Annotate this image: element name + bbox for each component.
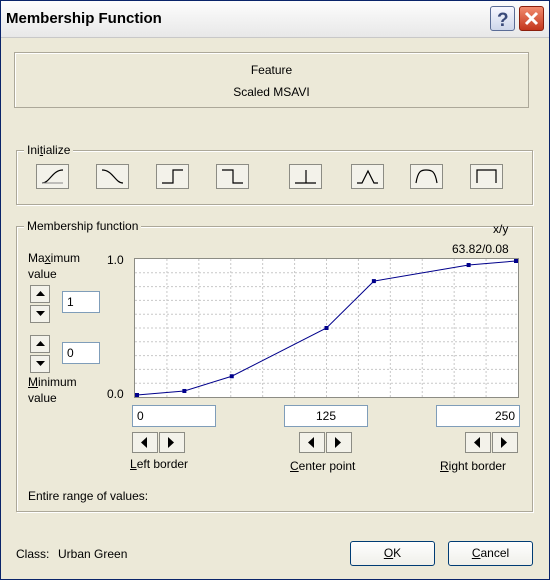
minimum-label: Minimum — [28, 375, 77, 389]
right-border-label: Right border — [440, 459, 507, 473]
y-axis-top-label: 1.0 — [107, 253, 124, 267]
maximum-label: Maximum — [28, 251, 81, 265]
step-down-icon — [222, 169, 243, 184]
curve-point-5[interactable] — [466, 263, 471, 268]
feature-panel: Feature Scaled MSAVI — [14, 52, 529, 108]
left-border-decrease-button[interactable] — [132, 432, 158, 453]
left-border-input[interactable]: 0 — [132, 405, 216, 427]
right-border-input[interactable]: 250 — [436, 405, 520, 427]
s-curve-falling-button[interactable] — [96, 164, 129, 189]
trapezoid-button[interactable] — [410, 164, 443, 189]
membership-function-dialog: Membership Function ? Feature Scaled MSA… — [0, 0, 550, 580]
arrow-down-icon — [36, 361, 45, 366]
rectangle-button[interactable] — [470, 164, 503, 189]
arrow-left-icon — [308, 437, 314, 448]
class-label: Class: — [16, 547, 50, 561]
arrow-up-icon — [36, 291, 45, 296]
chart-canvas — [135, 259, 518, 397]
ok-button[interactable]: OK — [350, 541, 435, 566]
arrow-up-icon — [36, 341, 45, 346]
title-bar: Membership Function ? — [1, 1, 549, 38]
feature-name: Scaled MSAVI — [233, 85, 310, 99]
xy-label: x/y — [493, 222, 509, 236]
arrow-right-icon — [501, 437, 507, 448]
center-point-label: Center point — [290, 459, 356, 473]
svg-text:?: ? — [497, 10, 509, 30]
class-value: Urban Green — [58, 547, 128, 561]
right-border-decrease-button[interactable] — [465, 432, 491, 453]
center-point-increase-button[interactable] — [326, 432, 352, 453]
step-up-button[interactable] — [156, 164, 189, 189]
arrow-right-icon — [168, 437, 174, 448]
entire-range-label: Entire range of values: — [28, 489, 149, 503]
step-up-icon — [162, 169, 183, 184]
initialize-group — [16, 150, 533, 205]
s-curve-falling-icon — [101, 169, 124, 184]
right-border-increase-button[interactable] — [492, 432, 518, 453]
membership-chart[interactable] — [134, 258, 519, 398]
maximum-label-line2: value — [28, 267, 57, 281]
singleton-icon — [295, 170, 316, 184]
xy-readout: 63.82/0.08 — [452, 242, 509, 256]
s-curve-rising-icon — [41, 169, 64, 184]
rectangle-icon — [476, 169, 497, 183]
initialize-title: Initialize — [24, 143, 74, 157]
triangle-button[interactable] — [351, 164, 384, 189]
center-point-input[interactable]: 125 — [284, 405, 368, 427]
window-title: Membership Function — [6, 10, 162, 27]
arrow-down-icon — [36, 311, 45, 316]
arrow-left-icon — [141, 437, 147, 448]
feature-label: Feature — [250, 63, 293, 77]
trapezoid-icon — [415, 169, 438, 184]
step-down-button[interactable] — [216, 164, 249, 189]
curve-point-0[interactable] — [135, 393, 139, 397]
arrow-right-icon — [335, 437, 341, 448]
help-button[interactable]: ? — [490, 6, 515, 31]
curve-point-4[interactable] — [371, 279, 376, 284]
y-axis-bottom-label: 0.0 — [107, 387, 124, 401]
curve-point-3[interactable] — [324, 326, 329, 330]
max-increment-button[interactable] — [30, 285, 50, 303]
min-value-input[interactable]: 0 — [62, 342, 100, 364]
left-border-label: Left border — [130, 457, 189, 471]
min-decrement-button[interactable] — [30, 355, 50, 373]
singleton-button[interactable] — [289, 164, 322, 189]
triangle-icon — [357, 169, 378, 184]
close-button[interactable] — [519, 6, 544, 31]
curve-point-6[interactable] — [514, 259, 518, 263]
min-increment-button[interactable] — [30, 335, 50, 353]
arrow-left-icon — [474, 437, 480, 448]
cancel-button[interactable]: Cancel — [448, 541, 533, 566]
close-icon — [524, 11, 539, 26]
left-border-increase-button[interactable] — [159, 432, 185, 453]
curve-point-1[interactable] — [182, 388, 187, 393]
center-point-decrease-button[interactable] — [299, 432, 325, 453]
max-decrement-button[interactable] — [30, 305, 50, 323]
curve-point-2[interactable] — [229, 374, 234, 379]
s-curve-rising-button[interactable] — [36, 164, 69, 189]
max-value-input[interactable]: 1 — [62, 291, 100, 313]
minimum-label-line2: value — [28, 391, 57, 405]
membership-title: Membership function — [24, 219, 142, 233]
help-icon: ? — [497, 10, 509, 30]
